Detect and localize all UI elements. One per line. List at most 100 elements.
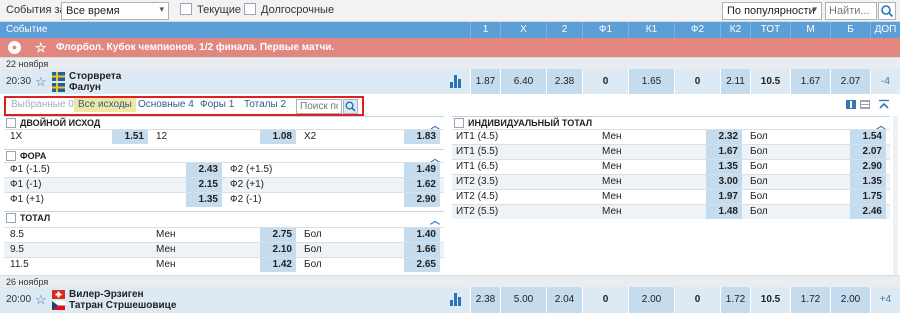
league-row[interactable]: ● ☆ Флорбол. Кубок чемпионов. 1/2 финала… — [0, 38, 900, 57]
stats-icon[interactable] — [450, 75, 462, 88]
team1-name[interactable]: Вилер-Эрзиген — [69, 289, 144, 300]
market-total-header[interactable]: ТОТАЛ ︿ — [4, 211, 444, 227]
odds-1[interactable]: 2.38 — [470, 287, 500, 313]
odds-cell[interactable]: 1.54 — [850, 130, 886, 144]
total-line-label: ИТ2 (4.5) — [456, 191, 499, 202]
odds-k1[interactable]: 2.00 — [628, 287, 674, 313]
two-column-view-icon[interactable] — [846, 100, 856, 109]
odds-cell[interactable]: 1.40 — [404, 228, 440, 242]
col-header-1[interactable]: 1 — [470, 22, 500, 38]
odds-cell[interactable]: 1.48 — [706, 205, 742, 219]
odds-cell[interactable]: 1.35 — [850, 175, 886, 189]
star-icon[interactable]: ☆ — [35, 40, 47, 56]
col-header-k1[interactable]: К1 — [628, 22, 674, 38]
odds-over[interactable]: 2.07 — [830, 69, 870, 95]
odds-2[interactable]: 2.04 — [546, 287, 582, 313]
odds-1[interactable]: 1.87 — [470, 69, 500, 95]
odds-cell[interactable]: 2.65 — [404, 258, 440, 272]
col-header-more[interactable]: ДОП — [870, 22, 900, 38]
odds-cell[interactable]: 1.97 — [706, 190, 742, 204]
market-row: 9.5 Мен 2.10 Бол 1.66 — [4, 242, 444, 257]
odds-under[interactable]: 1.67 — [790, 69, 830, 95]
more-markets-link[interactable]: -4 — [870, 69, 900, 95]
market-row: Ф1 (+1) 1.35 Ф2 (-1) 2.90 — [4, 192, 444, 207]
col-header-m[interactable]: М — [790, 22, 830, 38]
search-input[interactable] — [825, 2, 877, 20]
event-row[interactable]: 20:30 ☆ Сторврета Фалун 1.87 6.40 2.38 0… — [0, 69, 900, 95]
odds-cell[interactable]: 1.51 — [112, 130, 148, 144]
collapse-all-icon[interactable] — [878, 99, 890, 111]
more-markets-link[interactable]: +4 — [870, 287, 900, 313]
odds-cell[interactable]: 1.66 — [404, 243, 440, 257]
handicap-2: 0 — [674, 287, 720, 313]
under-label: Мен — [602, 176, 622, 187]
outcome-label: 1X — [10, 131, 23, 142]
market-row: Ф1 (-1) 2.15 Ф2 (+1) 1.62 — [4, 177, 444, 192]
col-header-x[interactable]: X — [500, 22, 546, 38]
team2-name[interactable]: Фалун — [69, 82, 101, 93]
col-header-k2[interactable]: К2 — [720, 22, 750, 38]
chevron-down-icon: ▾ — [159, 4, 164, 14]
star-icon[interactable]: ☆ — [35, 74, 47, 90]
odds-x[interactable]: 6.40 — [500, 69, 546, 95]
market-checkbox[interactable] — [6, 151, 16, 161]
search-button[interactable] — [878, 2, 896, 20]
market-checkbox[interactable] — [6, 118, 16, 128]
period-select[interactable]: Все время ▾ — [61, 2, 169, 20]
odds-k2[interactable]: 1.72 — [720, 287, 750, 313]
market-tabs: Выбранные 0 Все исходы Основные 4 Форы 1… — [0, 94, 900, 116]
odds-2[interactable]: 2.38 — [546, 69, 582, 95]
sort-select[interactable]: По популярности ▾ — [722, 2, 822, 20]
odds-cell[interactable]: 1.67 — [706, 145, 742, 159]
longterm-checkbox[interactable] — [244, 3, 256, 15]
scrollbar[interactable] — [893, 116, 898, 286]
market-double-chance-header[interactable]: ДВОЙНОЙ ИСХОД ︿ — [4, 116, 444, 132]
odds-cell[interactable]: 2.90 — [850, 160, 886, 174]
odds-cell[interactable]: 2.15 — [186, 178, 222, 192]
odds-cell[interactable]: 2.46 — [850, 205, 886, 219]
market-checkbox[interactable] — [6, 213, 16, 223]
market-individual-total-header[interactable]: ИНДИВИДУАЛЬНЫЙ ТОТАЛ ︿ — [452, 116, 890, 132]
odds-cell[interactable]: 1.49 — [404, 163, 440, 177]
col-header-tot[interactable]: ТОТ — [750, 22, 790, 38]
under-label: Мен — [602, 206, 622, 217]
col-header-2[interactable]: 2 — [546, 22, 582, 38]
team1-name[interactable]: Сторврета — [69, 71, 121, 82]
odds-cell[interactable]: 3.00 — [706, 175, 742, 189]
odds-cell[interactable]: 2.90 — [404, 193, 440, 207]
handicap-2: 0 — [674, 69, 720, 95]
odds-cell[interactable]: 1.83 — [404, 130, 440, 144]
event-row[interactable]: 20:00 ☆ Вилер-Эрзиген Татран Стршешовице… — [0, 287, 900, 313]
market-row: ИТ1 (5.5) Мен 1.67 Бол 2.07 — [452, 144, 890, 159]
col-header-f1[interactable]: Ф1 — [582, 22, 628, 38]
odds-cell[interactable]: 2.07 — [850, 145, 886, 159]
odds-x[interactable]: 5.00 — [500, 287, 546, 313]
col-header-b[interactable]: Б — [830, 22, 870, 38]
col-header-f2[interactable]: Ф2 — [674, 22, 720, 38]
star-icon[interactable]: ☆ — [35, 292, 47, 308]
odds-cell[interactable]: 1.35 — [186, 193, 222, 207]
stats-icon[interactable] — [450, 293, 462, 306]
odds-cell[interactable]: 2.10 — [260, 243, 296, 257]
odds-k2[interactable]: 2.11 — [720, 69, 750, 95]
sweden-flag-icon — [52, 72, 65, 81]
odds-cell[interactable]: 1.42 — [260, 258, 296, 272]
odds-cell[interactable]: 2.43 — [186, 163, 222, 177]
odds-k1[interactable]: 1.65 — [628, 69, 674, 95]
market-handicap-header[interactable]: ФОРА ︿ — [4, 149, 444, 165]
chevron-up-icon[interactable]: ︿ — [430, 212, 440, 227]
odds-cell[interactable]: 1.08 — [260, 130, 296, 144]
odds-cell[interactable]: 2.32 — [706, 130, 742, 144]
odds-over[interactable]: 2.00 — [830, 287, 870, 313]
current-checkbox[interactable] — [180, 3, 192, 15]
odds-under[interactable]: 1.72 — [790, 287, 830, 313]
team2-name[interactable]: Татран Стршешовице — [69, 300, 176, 311]
odds-cell[interactable]: 1.35 — [706, 160, 742, 174]
outcome-label: Ф2 (-1) — [230, 194, 262, 205]
one-column-view-icon[interactable] — [860, 100, 870, 109]
odds-cell[interactable]: 2.75 — [260, 228, 296, 242]
odds-cell[interactable]: 1.62 — [404, 178, 440, 192]
under-label: Мен — [602, 146, 622, 157]
market-checkbox[interactable] — [454, 118, 464, 128]
odds-cell[interactable]: 1.75 — [850, 190, 886, 204]
